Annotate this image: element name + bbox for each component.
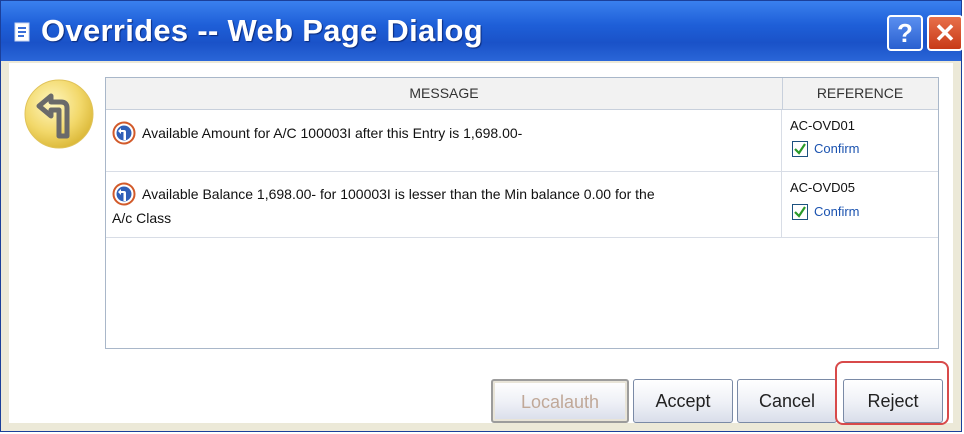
message-text-continued: A/c Class: [112, 210, 172, 226]
confirm-label[interactable]: Confirm: [814, 141, 860, 157]
dialog-body: MESSAGE REFERENCE Available Amount for A…: [9, 63, 953, 425]
checkbox[interactable]: [792, 204, 808, 220]
turn-sign-icon: [24, 79, 94, 149]
reject-highlight-outline: [835, 361, 949, 425]
table-row: Available Balance 1,698.00- for 100003I …: [106, 172, 938, 238]
checkbox[interactable]: [792, 141, 808, 157]
cancel-button[interactable]: Cancel: [737, 379, 837, 423]
turn-sign-icon: [112, 121, 136, 145]
table-header: MESSAGE REFERENCE: [106, 78, 938, 110]
column-header-message: MESSAGE: [106, 78, 783, 109]
overrides-table: MESSAGE REFERENCE Available Amount for A…: [105, 77, 939, 349]
check-icon: [794, 206, 806, 218]
confirm-label[interactable]: Confirm: [814, 204, 860, 220]
accept-button[interactable]: Accept: [633, 379, 733, 423]
window-title: Overrides -- Web Page Dialog: [41, 13, 483, 48]
message-cell: Available Amount for A/C 100003I after t…: [106, 110, 782, 171]
overrides-dialog: Overrides -- Web Page Dialog ? ✕ MESSAGE…: [0, 0, 963, 432]
localauth-button[interactable]: Localauth: [491, 379, 629, 423]
close-button[interactable]: ✕: [927, 15, 963, 51]
column-header-reference: REFERENCE: [816, 85, 904, 101]
message-text: Available Balance 1,698.00- for 100003I …: [142, 186, 655, 202]
table-row: Available Amount for A/C 100003I after t…: [106, 110, 938, 172]
title-bar[interactable]: Overrides -- Web Page Dialog ? ✕: [1, 1, 963, 61]
reference-code: AC-OVD05: [790, 180, 856, 195]
page-icon: [14, 22, 30, 42]
turn-sign-icon: [112, 182, 136, 206]
message-text: Available Amount for A/C 100003I after t…: [142, 125, 523, 141]
message-cell: Available Balance 1,698.00- for 100003I …: [106, 172, 782, 237]
reference-cell: AC-OVD05 Confirm: [782, 172, 938, 237]
reference-cell: AC-OVD01 Confirm: [782, 110, 938, 171]
reference-code: AC-OVD01: [790, 118, 856, 133]
help-button[interactable]: ?: [887, 15, 923, 51]
check-icon: [794, 143, 806, 155]
